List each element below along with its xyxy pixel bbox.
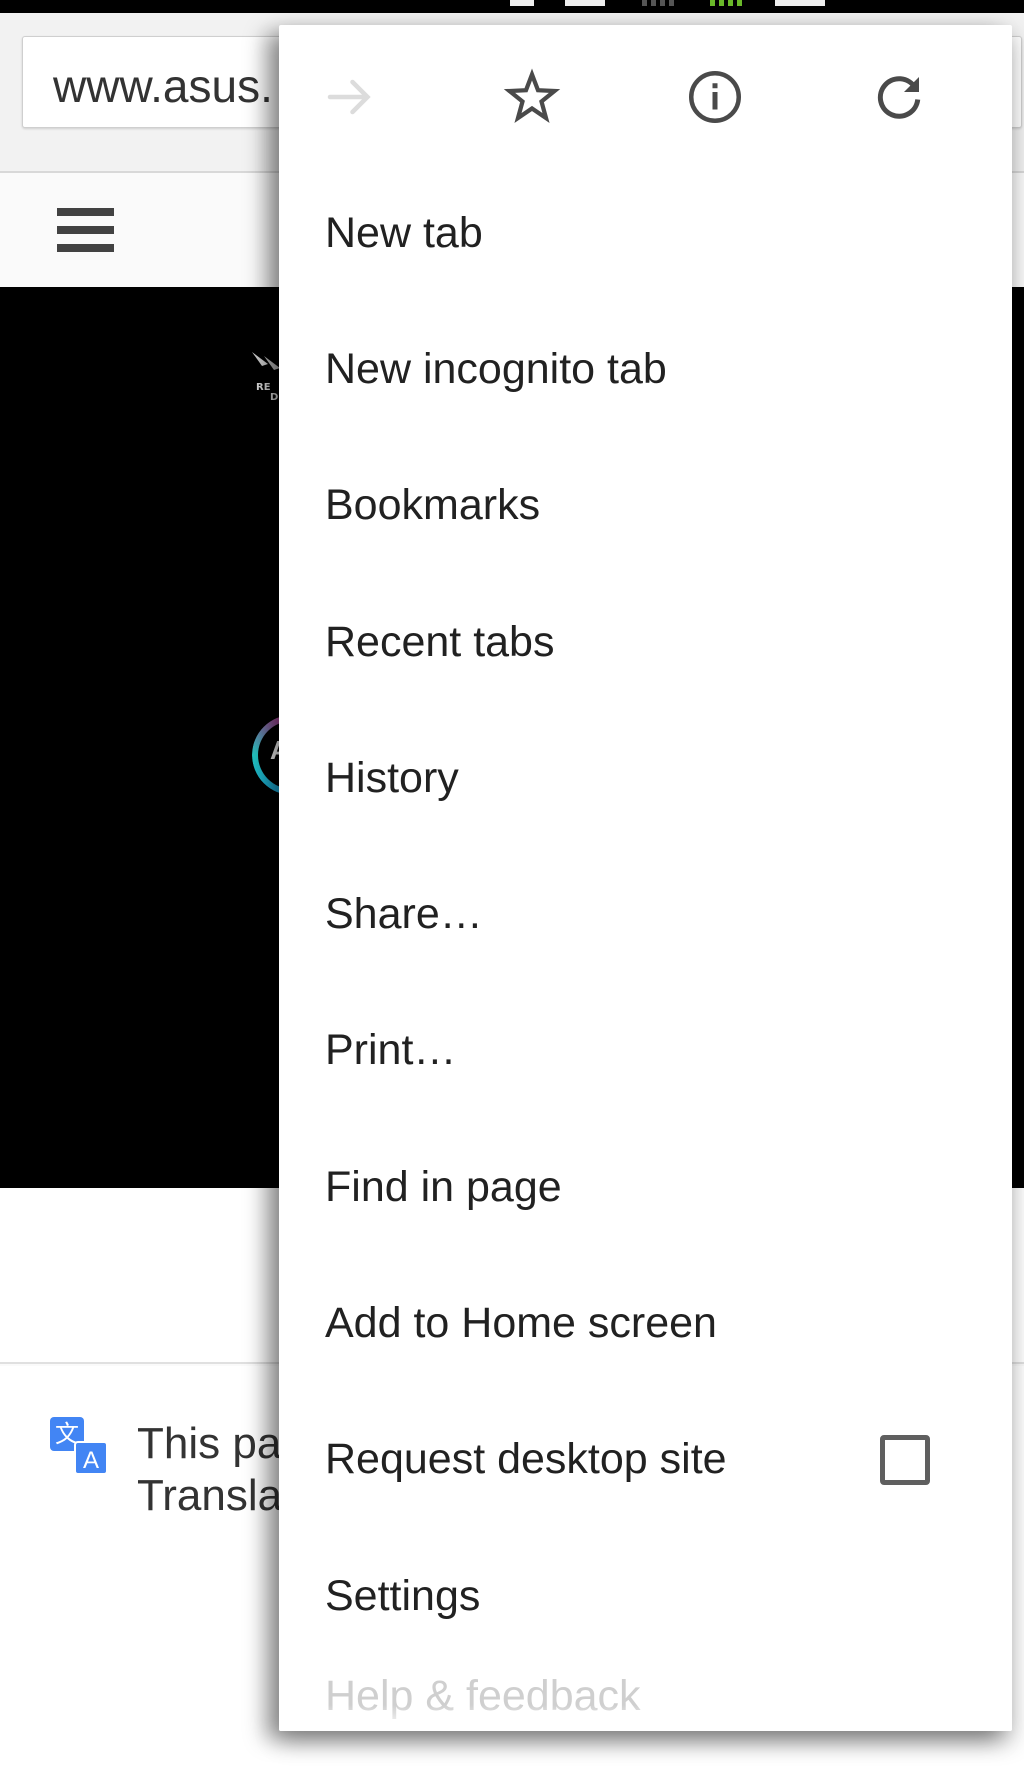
menu-item-bookmarks[interactable]: Bookmarks (279, 438, 1012, 574)
menu-item-label: Recent tabs (325, 617, 555, 666)
signal-bar (642, 0, 647, 6)
signal-bar (660, 0, 665, 6)
menu-item-label: History (325, 753, 459, 802)
translate-line-2: Transla (137, 1471, 283, 1520)
svg-text:RE: RE (256, 382, 271, 393)
menu-item-label: New tab (325, 208, 483, 257)
menu-item-history[interactable]: History (279, 710, 1012, 846)
translate-line-1: This pa (137, 1419, 282, 1468)
menu-item-request-desktop-site[interactable]: Request desktop site (279, 1392, 1012, 1528)
hamburger-menu-icon[interactable] (57, 208, 114, 253)
translate-message: This pa Transla (137, 1418, 282, 1522)
menu-item-label: Share… (325, 890, 483, 939)
menu-item-label: Bookmarks (325, 481, 541, 530)
menu-icon-row (279, 25, 1012, 165)
menu-list: New tab New incognito tab Bookmarks Rece… (279, 165, 1012, 1724)
signal-bar (651, 0, 656, 6)
menu-item-add-to-home-screen[interactable]: Add to Home screen (279, 1255, 1012, 1391)
google-translate-icon: 文 A (50, 1417, 108, 1475)
reload-icon (877, 76, 921, 119)
bookmark-button[interactable] (496, 61, 568, 133)
battery-icon (775, 0, 825, 6)
signal-bar (669, 0, 674, 6)
info-icon (689, 71, 741, 123)
request-desktop-site-checkbox[interactable] (880, 1434, 930, 1485)
menu-scroll-fade (279, 1705, 1012, 1731)
menu-item-new-incognito-tab[interactable]: New incognito tab (279, 301, 1012, 437)
menu-item-find-in-page[interactable]: Find in page (279, 1119, 1012, 1255)
translate-glyph-target: A (74, 1441, 108, 1475)
menu-item-recent-tabs[interactable]: Recent tabs (279, 574, 1012, 710)
forward-button[interactable] (314, 61, 386, 133)
signal-bar (719, 0, 724, 6)
arrow-forward-icon (327, 79, 371, 115)
chrome-overflow-menu: New tab New incognito tab Bookmarks Rece… (279, 25, 1012, 1731)
menu-item-new-tab[interactable]: New tab (279, 165, 1012, 301)
omnibox-url[interactable]: www.asus. (53, 59, 273, 113)
page-info-button[interactable] (679, 61, 751, 133)
menu-item-label: Settings (325, 1571, 481, 1620)
menu-item-share[interactable]: Share… (279, 846, 1012, 982)
menu-item-settings[interactable]: Settings (279, 1528, 1012, 1664)
signal-bar (737, 0, 742, 6)
reload-button[interactable] (863, 61, 935, 133)
menu-item-label: Print… (325, 1026, 457, 1075)
menu-item-print[interactable]: Print… (279, 983, 1012, 1119)
status-icon (510, 0, 534, 6)
signal-bar (728, 0, 733, 6)
menu-item-label: Add to Home screen (325, 1299, 717, 1348)
star-outline-icon (503, 68, 561, 123)
menu-item-label: New incognito tab (325, 344, 667, 393)
status-bar (0, 0, 1024, 13)
signal-bar (710, 0, 715, 6)
svg-text:D: D (270, 392, 278, 403)
menu-item-label: Find in page (325, 1162, 562, 1211)
status-icon (565, 0, 605, 6)
